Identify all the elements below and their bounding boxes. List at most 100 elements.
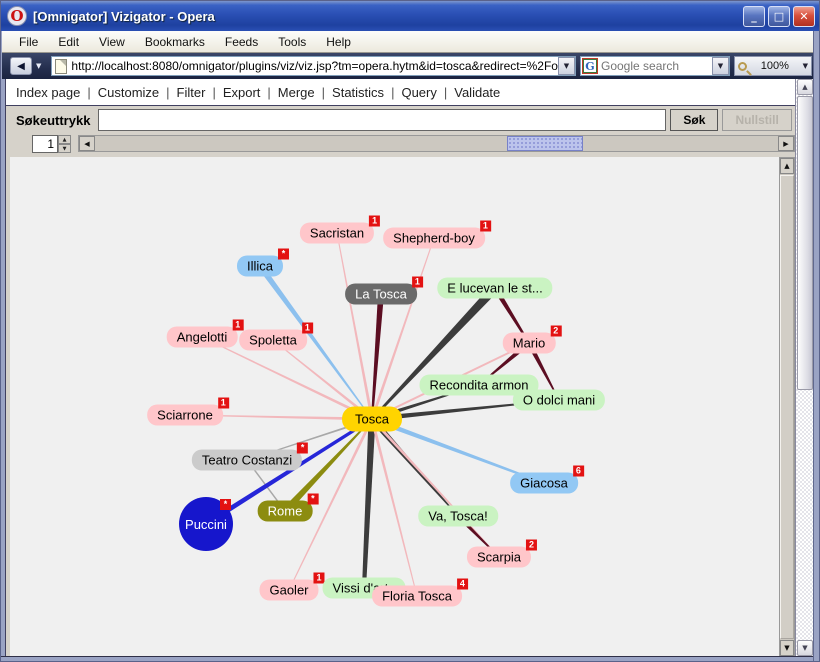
link-filter[interactable]: Filter xyxy=(175,85,208,100)
graph-node-elucevan[interactable]: E lucevan le st... xyxy=(437,278,552,299)
graph-node-sciarrone[interactable]: Sciarrone1 xyxy=(147,405,223,426)
web-search-input[interactable] xyxy=(601,59,712,73)
zoom-control[interactable]: 100% ▼ xyxy=(734,56,812,76)
graph-canvas[interactable]: Sacristan1Shepherd-boy1Illica*La Tosca1E… xyxy=(10,157,779,657)
vertical-scrollbar[interactable]: ▲ ▼ xyxy=(779,157,795,657)
node-badge: 1 xyxy=(218,398,229,409)
node-badge: 1 xyxy=(232,320,243,331)
window-frame-right xyxy=(813,31,819,662)
graph-node-puccini[interactable]: Puccini * xyxy=(179,497,233,551)
graph-node-scarpia[interactable]: Scarpia2 xyxy=(467,547,531,568)
node-label: Angelotti xyxy=(177,330,228,345)
link-separator: | xyxy=(161,85,174,100)
link-statistics[interactable]: Statistics xyxy=(330,85,386,100)
browser-scrollbar[interactable]: ▲ ▼ xyxy=(795,79,813,657)
search-expression-label: Søkeuttrykk xyxy=(16,113,90,128)
magnifier-icon xyxy=(738,62,747,71)
link-query[interactable]: Query xyxy=(399,85,438,100)
graph-node-shepherd[interactable]: Shepherd-boy1 xyxy=(383,228,485,249)
zoom-dropdown-icon[interactable]: ▼ xyxy=(803,62,808,70)
node-label: Gaoler xyxy=(269,583,308,598)
menu-edit[interactable]: Edit xyxy=(49,32,88,52)
node-label: Sciarrone xyxy=(157,408,213,423)
menu-help[interactable]: Help xyxy=(317,32,360,52)
browser-scroll-down-icon[interactable]: ▼ xyxy=(797,640,813,656)
address-input[interactable] xyxy=(71,59,558,73)
minimize-button[interactable]: _ xyxy=(743,6,765,27)
scroll-right-icon[interactable]: ▶ xyxy=(778,136,794,151)
node-badge: * xyxy=(297,443,308,454)
scroll-up-icon[interactable]: ▲ xyxy=(780,158,794,174)
back-dropdown-icon[interactable]: ▼ xyxy=(34,61,43,71)
menu-view[interactable]: View xyxy=(90,32,134,52)
close-button[interactable]: ✕ xyxy=(793,6,815,27)
graph-node-tosca[interactable]: Tosca xyxy=(342,407,402,432)
maximize-button[interactable]: □ xyxy=(768,6,790,27)
back-button[interactable]: ◀ xyxy=(10,57,32,75)
menu-tools[interactable]: Tools xyxy=(269,32,315,52)
browser-scrollbar-thumb[interactable] xyxy=(797,96,813,390)
link-index-page[interactable]: Index page xyxy=(14,85,82,100)
graph-edge-tosca-sacristan xyxy=(337,233,374,419)
graph-node-teatro[interactable]: Teatro Costanzi* xyxy=(192,450,302,471)
node-label: La Tosca xyxy=(355,287,407,302)
node-label: Teatro Costanzi xyxy=(202,453,292,468)
link-separator: | xyxy=(317,85,330,100)
graph-node-angelotti[interactable]: Angelotti1 xyxy=(167,327,238,348)
link-merge[interactable]: Merge xyxy=(276,85,317,100)
horizontal-scrollbar-thumb[interactable] xyxy=(507,136,583,151)
spinner-value[interactable] xyxy=(32,135,58,153)
navigation-toolbar: ◀ ▼ ▼ G ▼ 100% ▼ xyxy=(2,53,816,79)
locality-spinner: ▲ ▼ xyxy=(32,135,71,153)
link-customize[interactable]: Customize xyxy=(96,85,161,100)
spinner-up-icon[interactable]: ▲ xyxy=(58,135,71,144)
graph-node-mario[interactable]: Mario2 xyxy=(503,333,556,354)
opera-icon: O xyxy=(7,6,27,26)
graph-node-gaoler[interactable]: Gaoler1 xyxy=(259,580,318,601)
graph-node-vatosca[interactable]: Va, Tosca! xyxy=(418,506,498,527)
graph-node-odolci[interactable]: O dolci mani xyxy=(513,390,605,411)
graph-node-rome[interactable]: Rome* xyxy=(258,501,313,522)
search-button[interactable]: Søk xyxy=(670,109,718,131)
vertical-scrollbar-thumb[interactable] xyxy=(780,175,794,639)
node-label: Tosca xyxy=(355,412,389,427)
menu-bookmarks[interactable]: Bookmarks xyxy=(136,32,214,52)
applet-search-row: Søkeuttrykk Søk Nullstill xyxy=(6,106,795,134)
node-label: Mario xyxy=(513,336,546,351)
node-label: Puccini xyxy=(185,517,227,532)
address-dropdown-button[interactable]: ▼ xyxy=(558,57,575,75)
omnigator-links-row: Index page|Customize|Filter|Export|Merge… xyxy=(5,79,795,105)
browser-scroll-up-icon[interactable]: ▲ xyxy=(797,79,813,95)
window-frame-bottom xyxy=(1,656,819,661)
node-label: Sacristan xyxy=(310,226,364,241)
address-bar: ▼ xyxy=(51,56,576,76)
node-badge: 1 xyxy=(302,323,313,334)
menu-feeds[interactable]: Feeds xyxy=(216,32,267,52)
graph-node-latosca[interactable]: La Tosca1 xyxy=(345,284,417,305)
scroll-down-icon[interactable]: ▼ xyxy=(780,640,794,656)
node-label: Spoletta xyxy=(249,333,297,348)
link-separator: | xyxy=(82,85,95,100)
graph-node-floria[interactable]: Floria Tosca4 xyxy=(372,586,462,607)
menu-file[interactable]: File xyxy=(10,32,47,52)
node-badge: * xyxy=(307,494,318,505)
node-label: Recondita armon xyxy=(430,378,529,393)
search-expression-input[interactable] xyxy=(98,109,666,131)
node-badge: * xyxy=(220,499,231,510)
node-label: O dolci mani xyxy=(523,393,595,408)
graph-node-sacristan[interactable]: Sacristan1 xyxy=(300,223,374,244)
graph-node-spoletta[interactable]: Spoletta1 xyxy=(239,330,307,351)
node-badge: 1 xyxy=(480,221,491,232)
search-dropdown-button[interactable]: ▼ xyxy=(712,57,729,75)
horizontal-scrollbar[interactable]: ◀ ▶ xyxy=(78,135,795,152)
spinner-down-icon[interactable]: ▼ xyxy=(58,144,71,153)
document-icon xyxy=(55,59,67,74)
scroll-left-icon[interactable]: ◀ xyxy=(79,136,95,151)
graph-node-illica[interactable]: Illica* xyxy=(237,256,283,277)
node-badge: 2 xyxy=(550,326,561,337)
graph-node-giacosa[interactable]: Giacosa6 xyxy=(510,473,578,494)
link-export[interactable]: Export xyxy=(221,85,263,100)
back-button-cluster: ◀ ▼ xyxy=(6,55,47,77)
node-label: Giacosa xyxy=(520,476,568,491)
link-validate[interactable]: Validate xyxy=(452,85,502,100)
